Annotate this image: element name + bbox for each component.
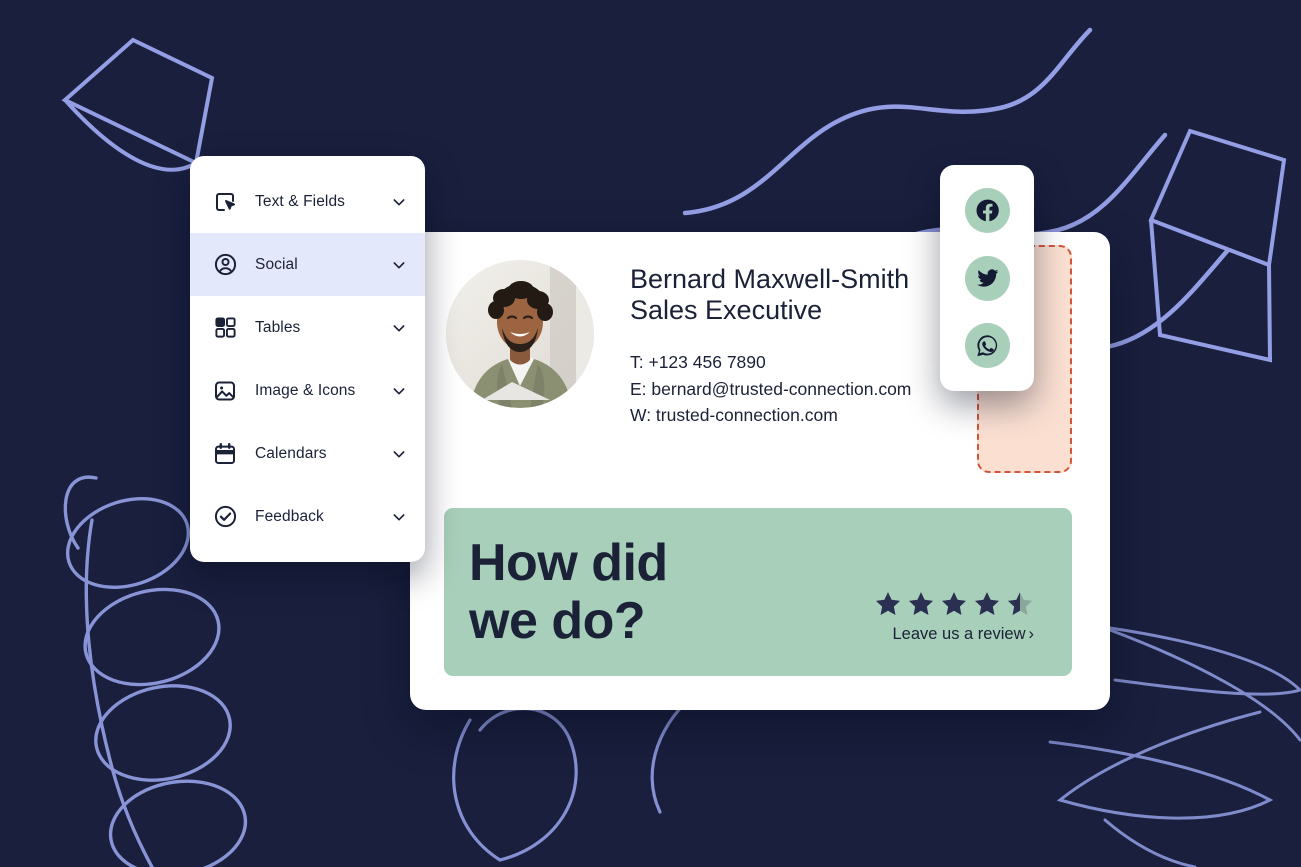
check-circle-icon bbox=[212, 504, 238, 530]
star-icon-filled bbox=[874, 590, 902, 618]
star-icon-half bbox=[1006, 590, 1034, 618]
whatsapp-button[interactable] bbox=[965, 323, 1010, 368]
contact-block: Bernard Maxwell-Smith Sales Executive T:… bbox=[446, 260, 911, 429]
sidebar-item-label: Tables bbox=[255, 319, 391, 337]
leave-review-label: Leave us a review bbox=[893, 625, 1026, 643]
review-heading-line1: How did bbox=[469, 534, 668, 592]
star-icon-filled bbox=[973, 590, 1001, 618]
cursor-field-icon bbox=[212, 189, 238, 215]
review-banner: How did we do? Leave us a review› bbox=[444, 508, 1072, 676]
sidebar-menu: Text & Fields Social Tables bbox=[190, 156, 425, 562]
sidebar-item-text-fields[interactable]: Text & Fields bbox=[190, 170, 425, 233]
twitter-icon bbox=[975, 266, 1000, 291]
social-panel bbox=[940, 165, 1034, 391]
twitter-button[interactable] bbox=[965, 256, 1010, 301]
contact-details: T: +123 456 7890 E: bernard@trusted-conn… bbox=[630, 349, 911, 429]
star-icon-filled bbox=[940, 590, 968, 618]
review-heading-line2: we do? bbox=[469, 592, 668, 650]
chevron-down-icon[interactable] bbox=[391, 446, 407, 462]
review-rating-block: Leave us a review› bbox=[874, 590, 1034, 644]
star-rating[interactable] bbox=[874, 590, 1034, 618]
contact-text: Bernard Maxwell-Smith Sales Executive T:… bbox=[630, 260, 911, 429]
sidebar-item-label: Social bbox=[255, 256, 391, 274]
chevron-down-icon[interactable] bbox=[391, 383, 407, 399]
chevron-down-icon[interactable] bbox=[391, 257, 407, 273]
sidebar-item-label: Image & Icons bbox=[255, 382, 391, 400]
contact-email: E: bernard@trusted-connection.com bbox=[630, 376, 911, 403]
chevron-down-icon[interactable] bbox=[391, 320, 407, 336]
sidebar-item-calendars[interactable]: Calendars bbox=[190, 422, 425, 485]
contact-website: W: trusted-connection.com bbox=[630, 402, 911, 429]
image-icon bbox=[212, 378, 238, 404]
person-role: Sales Executive bbox=[630, 295, 911, 326]
avatar bbox=[446, 260, 594, 408]
facebook-icon bbox=[975, 198, 1000, 223]
grid-squares-icon bbox=[212, 315, 238, 341]
sidebar-item-tables[interactable]: Tables bbox=[190, 296, 425, 359]
contact-phone: T: +123 456 7890 bbox=[630, 349, 911, 376]
person-name: Bernard Maxwell-Smith bbox=[630, 264, 911, 295]
review-heading: How did we do? bbox=[469, 534, 668, 650]
sidebar-item-social[interactable]: Social bbox=[190, 233, 425, 296]
chevron-down-icon[interactable] bbox=[391, 194, 407, 210]
calendar-icon bbox=[212, 441, 238, 467]
chevron-right-icon: › bbox=[1029, 625, 1035, 643]
chevron-down-icon[interactable] bbox=[391, 509, 407, 525]
sidebar-item-feedback[interactable]: Feedback bbox=[190, 485, 425, 548]
user-circle-icon bbox=[212, 252, 238, 278]
whatsapp-icon bbox=[975, 333, 1000, 358]
leave-review-link[interactable]: Leave us a review› bbox=[874, 625, 1034, 644]
sidebar-item-label: Feedback bbox=[255, 508, 391, 526]
facebook-button[interactable] bbox=[965, 188, 1010, 233]
sidebar-item-label: Calendars bbox=[255, 445, 391, 463]
sidebar-item-label: Text & Fields bbox=[255, 193, 391, 211]
star-icon-filled bbox=[907, 590, 935, 618]
sidebar-item-image-icons[interactable]: Image & Icons bbox=[190, 359, 425, 422]
portrait-photo bbox=[446, 260, 594, 408]
